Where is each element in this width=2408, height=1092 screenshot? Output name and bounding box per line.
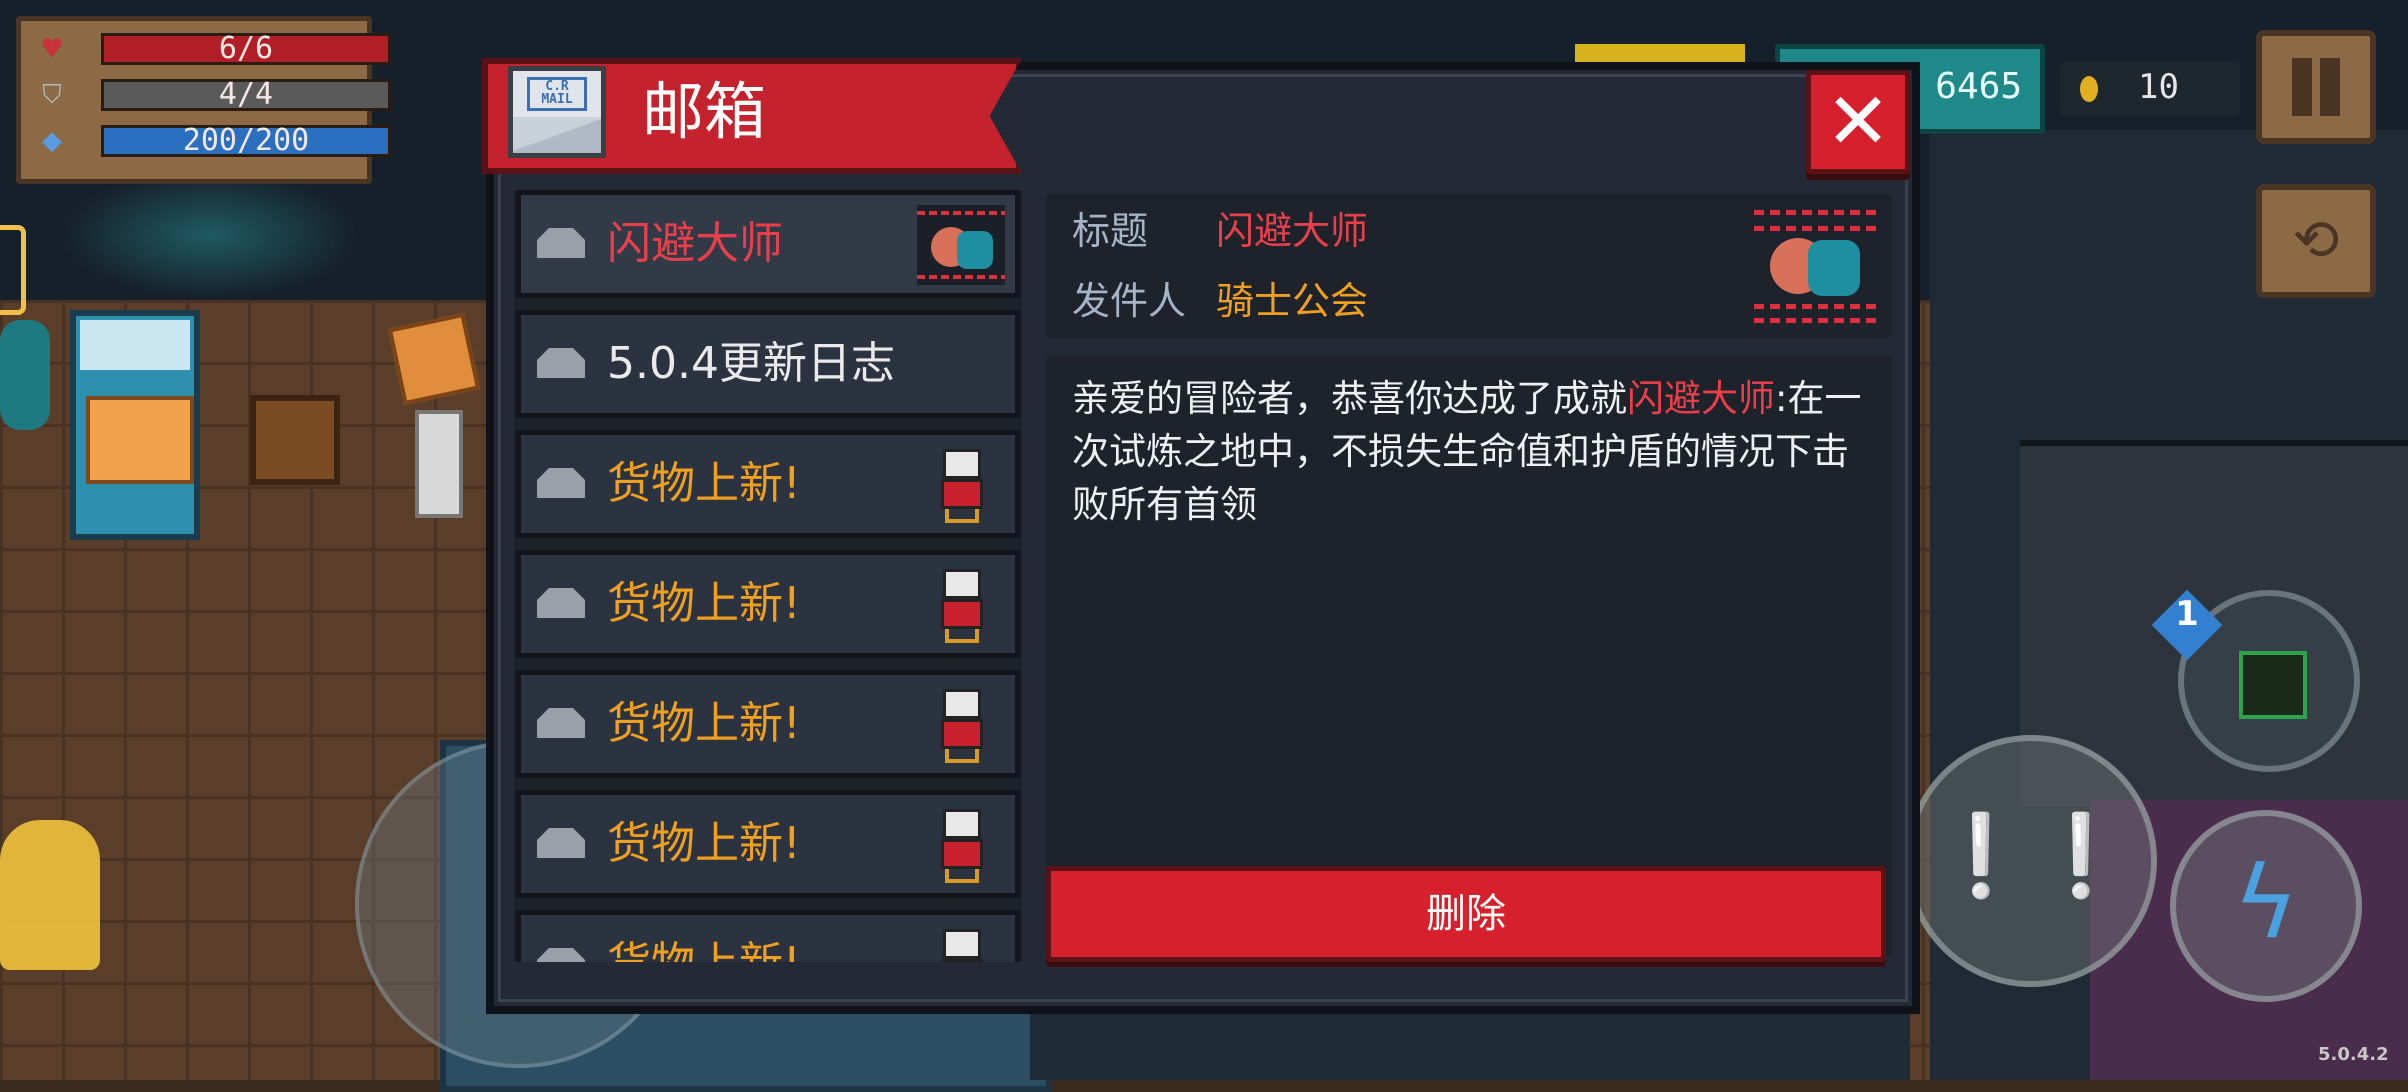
envelope-icon [537, 228, 585, 258]
mail-item-5[interactable]: 货物上新! [516, 790, 1020, 898]
mail-item-1[interactable]: 5.0.4更新日志 [516, 310, 1020, 418]
skill-button[interactable]: ❕❕ [1905, 735, 2157, 987]
mail-item-4[interactable]: 货物上新! [516, 670, 1020, 778]
merchant-cat-icon [939, 689, 985, 765]
treasure-chest [250, 395, 340, 485]
pause-icon-bar [2320, 58, 2340, 116]
close-icon: ✕ [1825, 77, 1891, 167]
mail-item-label: 货物上新! [607, 578, 801, 629]
dialog-title: 邮箱 [642, 75, 767, 148]
swap-icon: ⟲ [2292, 208, 2340, 273]
energy-bar: 200/200 [101, 125, 391, 157]
mail-body-text: 亲爱的冒险者，恭喜你达成了成就闪避大师:在一次试炼之地中，不损失生命值和护盾的情… [1072, 372, 1872, 531]
mail-item-label: 货物上新! [607, 937, 801, 962]
mail-list[interactable]: 闪避大师 5.0.4更新日志 货物上新! 货物上新! 货物上新! 货物上新! 货… [514, 190, 1022, 962]
merchant-cat-icon [939, 929, 985, 962]
coin-counter: 10 [2060, 62, 2240, 116]
mail-item-6[interactable]: 货物上新! [516, 910, 1020, 962]
sender-key: 发件人 [1072, 279, 1187, 323]
book-pedestal [387, 312, 481, 520]
hex-marker [0, 225, 26, 315]
mail-item-label: 5.0.4更新日志 [607, 338, 895, 389]
dash-button[interactable]: ϟ [2170, 810, 2362, 1002]
coin-icon [2080, 76, 2098, 102]
close-button[interactable]: ✕ [1806, 70, 1910, 174]
envelope-icon [537, 348, 585, 378]
npc-character [0, 820, 100, 970]
mail-stamp: C.R MAIL [527, 77, 587, 111]
merchant-cat-icon [939, 809, 985, 885]
heart-icon: ♥ [40, 34, 64, 64]
hero-thumbnail-icon [1754, 204, 1878, 324]
armor-bar: 4/4 [101, 79, 391, 111]
envelope-icon [537, 708, 585, 738]
delete-button-label: 删除 [1426, 891, 1506, 937]
teal-glow [60, 170, 360, 300]
hp-bar: 6/6 [101, 33, 391, 65]
envelope-icon [537, 588, 585, 618]
mail-item-3[interactable]: 货物上新! [516, 550, 1020, 658]
pause-button[interactable] [2256, 30, 2376, 144]
skill-icon: ❕❕ [1931, 809, 2131, 902]
sender-value: 骑士公会 [1216, 279, 1369, 323]
subject-value: 闪避大师 [1216, 209, 1369, 253]
mail-icon: C.R MAIL [508, 66, 606, 158]
weapon-icon [2239, 651, 2307, 719]
mail-item-label: 货物上新! [607, 818, 801, 869]
hero-thumbnail-icon [917, 205, 1005, 285]
npc-teal [0, 320, 50, 430]
mail-item-label: 货物上新! [607, 698, 801, 749]
lightning-icon: ϟ [2233, 844, 2299, 961]
body-highlight: 闪避大师 [1627, 377, 1775, 420]
envelope-icon [537, 828, 585, 858]
subject-key: 标题 [1072, 209, 1149, 253]
diamond-icon: ◆ [42, 126, 62, 156]
mail-item-0[interactable]: 闪避大师 [516, 190, 1020, 298]
version-label: 5.0.4.2 [2318, 1044, 2389, 1065]
shield-icon: ⛉ [42, 80, 62, 110]
hp-row: ♥ 6/6 [33, 31, 391, 67]
coin-value: 10 [2138, 67, 2179, 107]
vending-machine [70, 310, 200, 540]
mail-item-label: 闪避大师 [607, 218, 783, 269]
mail-item-label: 货物上新! [607, 458, 801, 509]
envelope-icon [537, 948, 585, 962]
armor-row: ⛉ 4/4 [33, 77, 391, 113]
envelope-icon [537, 468, 585, 498]
delete-button[interactable]: 删除 [1046, 866, 1886, 962]
mail-item-2[interactable]: 货物上新! [516, 430, 1020, 538]
mail-flap [513, 117, 601, 153]
player-stats-panel: ♥ 6/6 ⛉ 4/4 ◆ 200/200 [16, 16, 391, 184]
swap-character-button[interactable]: ⟲ [2256, 184, 2376, 298]
pause-icon [2292, 58, 2312, 116]
body-text-part: 亲爱的冒险者，恭喜你达成了成就 [1072, 377, 1627, 420]
weapon-badge-number: 1 [2175, 594, 2199, 634]
mail-detail-header: 标题 闪避大师 发件人 骑士公会 [1046, 194, 1892, 338]
merchant-cat-icon [939, 569, 985, 645]
energy-row: ◆ 200/200 [33, 123, 391, 159]
merchant-cat-icon [939, 449, 985, 525]
